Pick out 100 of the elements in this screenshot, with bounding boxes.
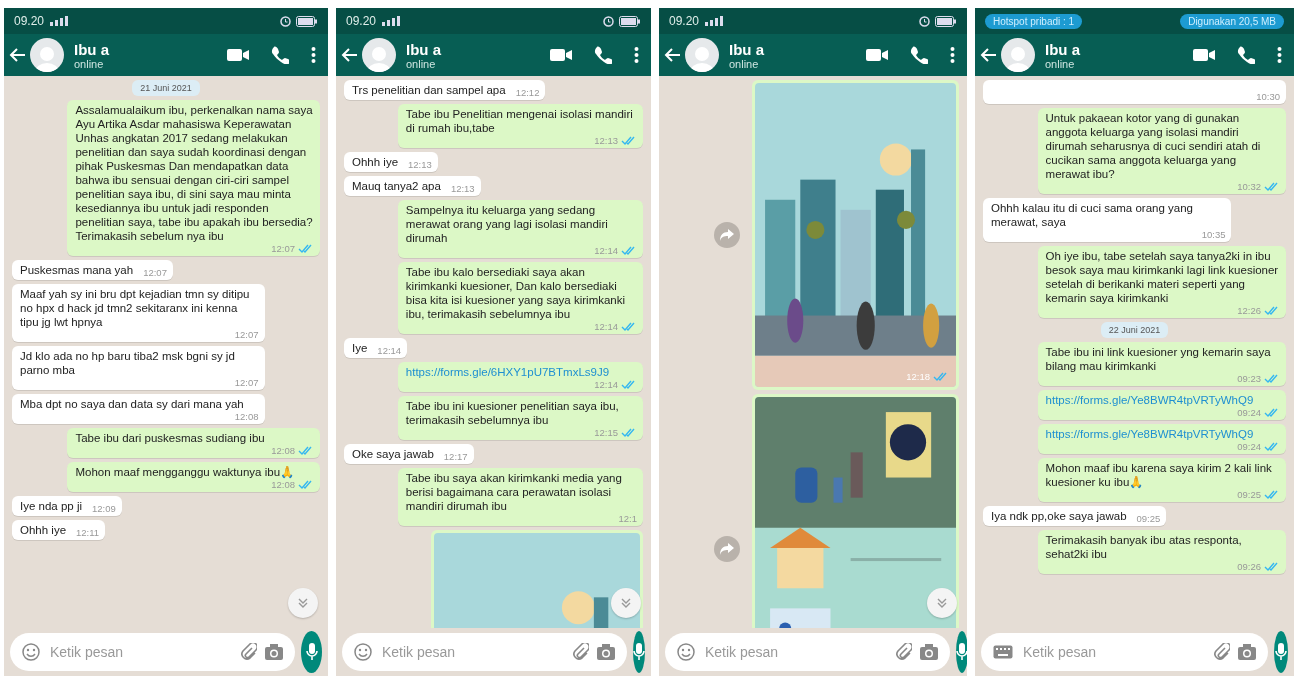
message-time: 12:07 — [143, 268, 167, 279]
avatar[interactable] — [30, 38, 64, 72]
message-time: 12:09 — [92, 504, 116, 515]
message-bar[interactable]: Ketik pesan — [981, 633, 1268, 671]
message-time: 12:07 — [234, 378, 259, 389]
message-time: 09:25 — [1237, 490, 1261, 501]
forward-icon — [719, 229, 734, 241]
message-text: Mba dpt no saya dan data sy dari mana yah — [20, 397, 244, 413]
keyboard-icon[interactable] — [993, 645, 1013, 659]
message-time: 12:13 — [408, 160, 432, 171]
message-time: 12:14 — [594, 246, 618, 257]
emoji-icon[interactable] — [677, 643, 695, 661]
message-time: 12:14 — [594, 322, 618, 333]
phone-icon[interactable] — [594, 46, 612, 64]
camera-icon[interactable] — [1238, 644, 1256, 660]
message-time: 09:26 — [1237, 562, 1261, 573]
contact-status: online — [1045, 57, 1076, 70]
back-arrow-icon[interactable] — [979, 47, 997, 63]
microphone-button[interactable] — [633, 631, 645, 673]
status-time: 09.20 — [14, 14, 45, 28]
phone-icon[interactable] — [1237, 46, 1255, 64]
phone-icon[interactable] — [910, 46, 928, 64]
menu-icon[interactable] — [634, 46, 639, 64]
date-label: 21 Juni 2021 — [132, 80, 200, 96]
message-bar[interactable]: Ketik pesan — [665, 633, 950, 671]
video-call-icon[interactable] — [550, 48, 572, 62]
paperclip-icon[interactable] — [1214, 643, 1230, 661]
menu-icon[interactable] — [950, 46, 955, 64]
chevron-icon — [297, 597, 309, 609]
back-arrow-icon[interactable] — [8, 47, 26, 63]
alarm-icon — [919, 15, 930, 27]
message-bar[interactable]: Ketik pesan — [342, 633, 627, 671]
paperclip-icon[interactable] — [896, 643, 912, 661]
message-text: Untuk pakaean kotor yang di gunakan anggota keluarga yang isolasi mandiri dirumah seharusnya di cuci sendiri atah di cucikan sama anggota keluarga yang merawat ibu? — [1045, 111, 1262, 183]
phone-icon[interactable] — [271, 46, 289, 64]
back-arrow-icon[interactable] — [663, 47, 681, 63]
avatar[interactable] — [1001, 38, 1035, 72]
avatar[interactable] — [362, 38, 396, 72]
message-text: Terimakasih banyak ibu atas responta, sehat2ki ibu — [1045, 533, 1243, 563]
message-text: Oh iye ibu, tabe setelah saya tanya2ki in ibu besok saya mau kirimkanki lagi link kuesioner setelah di berikanki materi seperti yang kemarin saya kirimkanki — [1045, 249, 1280, 307]
message-time: 12:13 — [594, 136, 618, 147]
message-link[interactable]: https://forms.gle/Ye8BWR4tpVRTyWhQ9 — [1045, 427, 1254, 443]
data-usage-pill[interactable]: Digunakan 20,5 MB — [1180, 13, 1284, 29]
video-call-icon[interactable] — [1193, 48, 1215, 62]
message-time: 10:30 — [1256, 92, 1280, 102]
message-time: 12:08 — [234, 412, 259, 423]
message-text: Assalamualaikum ibu, perkenalkan nama saya Ayu Artika Asdar mahasiswa Keperawatan Unhas angkatan 2017 sedang melakukan penelitian dan saya sudah koordinasi dengan pihak Puskesmas Dan mendapatkan data bahwa ibu sensuai dengan ciri-ciri sampel penelitian saya ibu, di sini saya mau minta kesediannya ibu untuk jadi responden penelitian saya, tabe ibu apakah ibu bersedia? Terimakasih sebelum nya ibu — [75, 103, 314, 245]
message-link[interactable]: https://forms.gle/Ye8BWR4tpVRTyWhQ9 — [1045, 393, 1254, 409]
emoji-icon[interactable] — [22, 643, 40, 661]
microphone-button[interactable] — [956, 631, 967, 673]
status-time: 09.20 — [669, 14, 700, 28]
camera-icon[interactable] — [597, 644, 615, 660]
chevron-icon — [620, 597, 632, 609]
message-time: 12:18 — [906, 371, 930, 382]
message-time: 12:07 — [234, 330, 259, 341]
microphone-button[interactable] — [1274, 631, 1288, 673]
message-text: Puskesmas mana yah — [20, 263, 134, 279]
message-text: Tabe ibu ini kuesioner penelitian saya ibu, terimakasih sebelumnya ibu — [405, 399, 620, 429]
alarm-icon — [280, 15, 291, 27]
message-text: Mauq tanya2 apa — [352, 179, 441, 195]
message-time: 12:08 — [271, 446, 295, 457]
message-time: 12:07 — [271, 244, 295, 255]
contact-name: Ibu a — [406, 40, 442, 58]
message-text: Maaf yah sy ini bru dpt kejadian tmn sy ditipu no hpx d hack jd tmn2 sekitaranx ini kenna tipu jg lwt hpnya — [20, 287, 251, 331]
message-text: Sampelnya itu keluarga yang sedang merawat orang yang lagi isolasi mandiri dirumah — [405, 203, 609, 247]
message-link[interactable]: https://forms.gle/6HXY1pU7BTmxLs9J9 — [405, 365, 610, 381]
hotspot-pill[interactable]: Hotspot pribadi : 1 — [985, 13, 1083, 29]
video-call-icon[interactable] — [866, 48, 888, 62]
message-time: 12:14 — [594, 380, 618, 391]
message-bar[interactable]: Ketik pesan — [10, 633, 295, 671]
message-text: Ohhh iye — [352, 155, 399, 171]
menu-icon[interactable] — [311, 46, 316, 64]
message-text: Ohhh kalau itu di cuci sama orang yang merawat, saya — [991, 201, 1194, 231]
avatar[interactable] — [685, 38, 719, 72]
status-time: 09.20 — [346, 14, 377, 28]
date-label: 22 Juni 2021 — [1100, 322, 1169, 339]
microphone-button[interactable] — [301, 631, 322, 673]
message-time: 09:25 — [1136, 514, 1161, 525]
message-text: Tabe ibu Penelitian mengenai isolasi mandiri di rumah ibu,tabe — [405, 107, 634, 137]
message-time: 12:11 — [76, 528, 100, 539]
message-text: Tabe ibu dari puskesmas sudiang ibu — [75, 431, 265, 447]
alarm-icon — [603, 15, 614, 27]
message-text: Iya ndk pp,oke saya jawab — [991, 509, 1127, 525]
battery-icon — [296, 15, 318, 27]
video-call-icon[interactable] — [227, 48, 249, 62]
paperclip-icon[interactable] — [241, 643, 257, 661]
message-time: 09:24 — [1237, 408, 1261, 419]
message-time: 12:08 — [271, 480, 295, 491]
back-arrow-icon[interactable] — [340, 47, 358, 63]
paperclip-icon[interactable] — [573, 643, 589, 661]
contact-status: online — [74, 57, 105, 70]
forward-icon — [719, 543, 734, 555]
camera-icon[interactable] — [265, 644, 283, 660]
message-text: Iye — [352, 341, 368, 357]
menu-icon[interactable] — [1277, 46, 1282, 64]
microphone-icon — [956, 643, 967, 661]
emoji-icon[interactable] — [354, 643, 372, 661]
contact-name: Ibu a — [74, 40, 110, 58]
message-text: Oke saya jawab — [352, 447, 434, 463]
camera-icon[interactable] — [920, 644, 938, 660]
